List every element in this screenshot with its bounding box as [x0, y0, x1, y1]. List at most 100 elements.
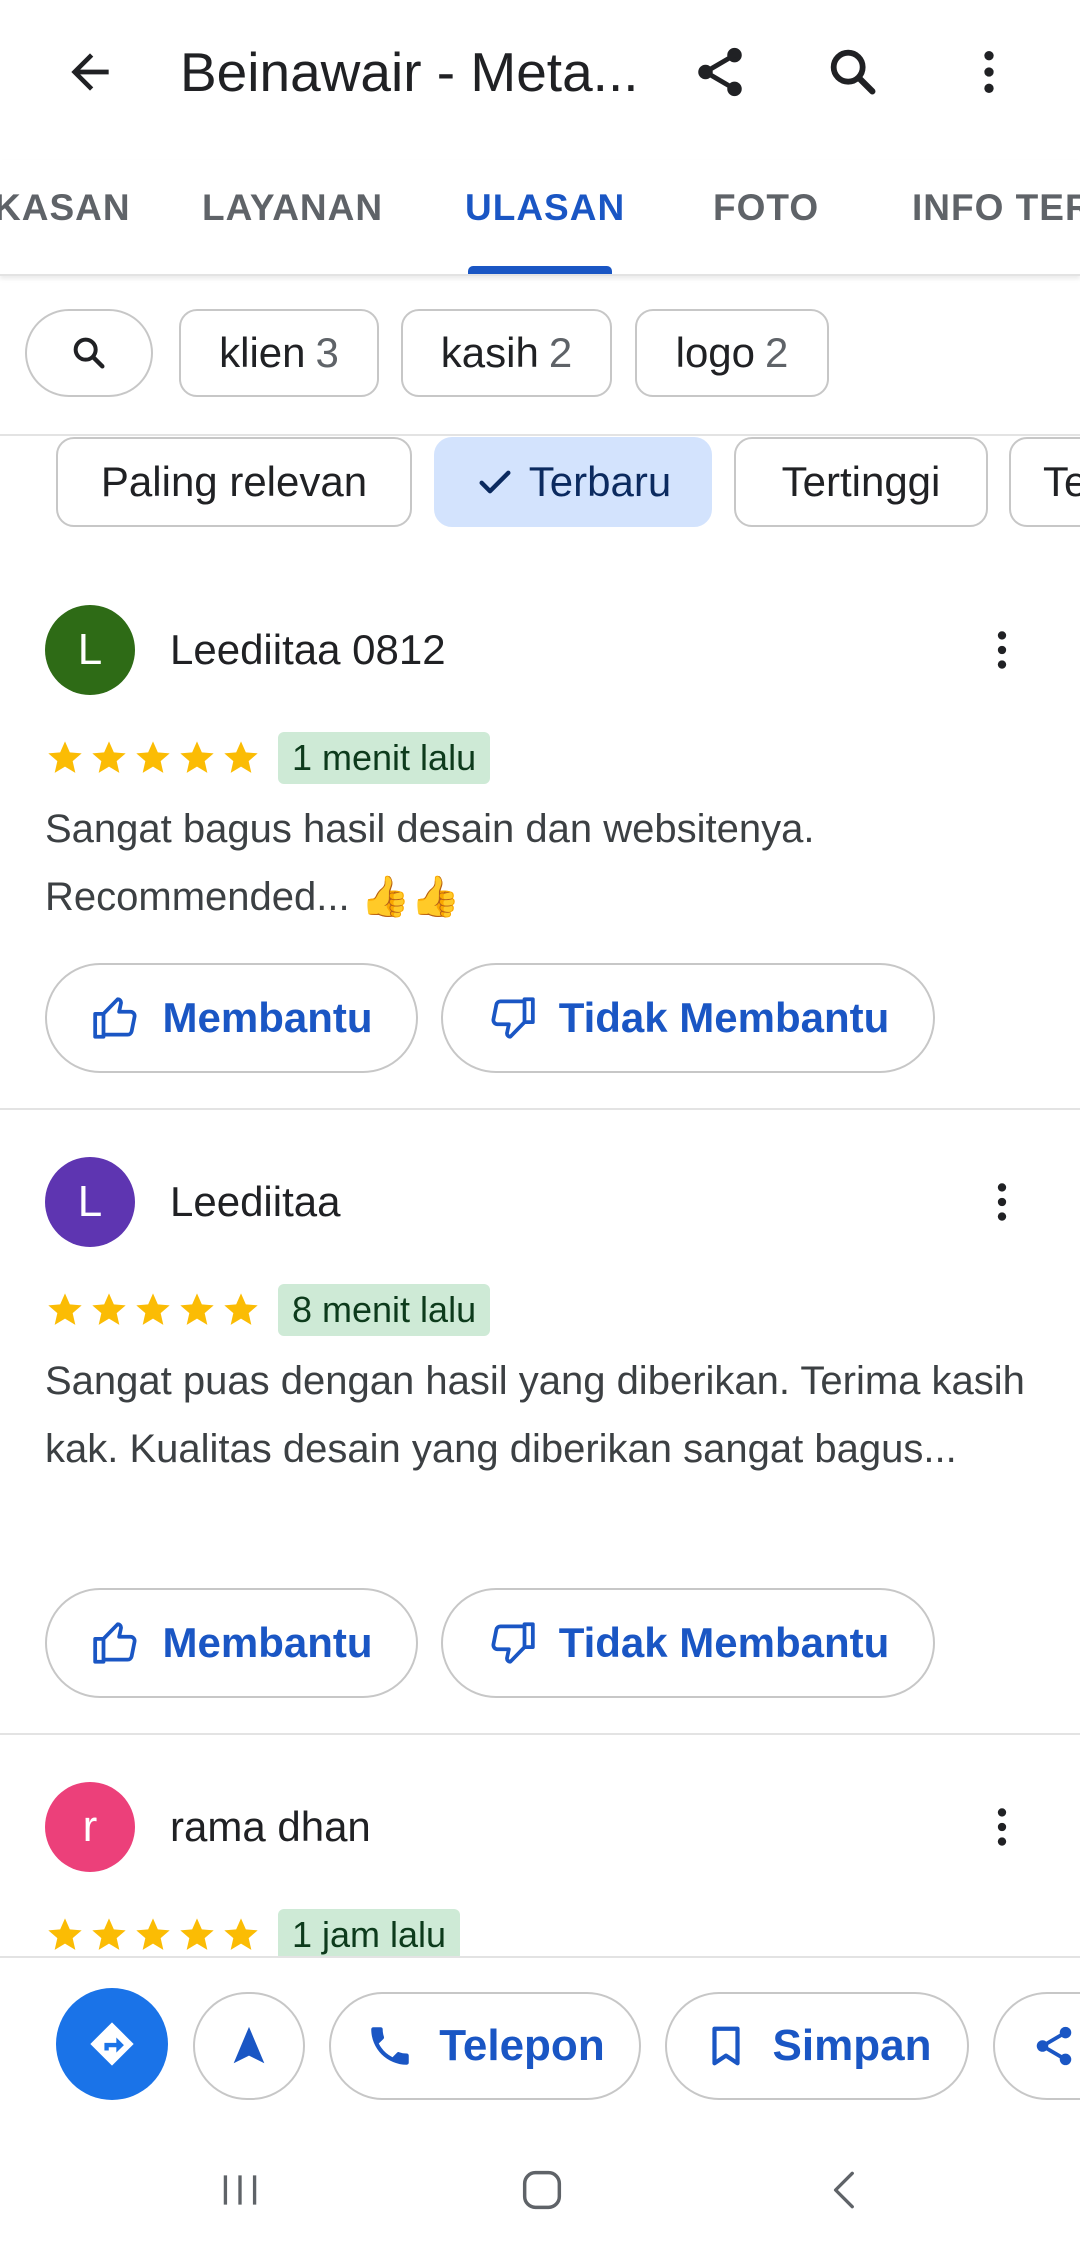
search-icon [830, 49, 876, 95]
sort-chip-highest[interactable]: Tertinggi [734, 437, 988, 527]
review-time-badge: 1 jam lalu [278, 1909, 461, 1961]
avatar[interactable]: L [45, 1157, 135, 1247]
helpful-button[interactable]: Membantu [45, 1588, 418, 1698]
star-icon [131, 1288, 175, 1332]
star-icon [43, 1913, 87, 1957]
sort-chip-relevant[interactable]: Paling relevan [56, 437, 412, 527]
keyword-count: 3 [315, 329, 339, 376]
share-action-button[interactable] [993, 1992, 1080, 2100]
thumb-down-icon [487, 1618, 537, 1668]
tab-bar: KASAN LAYANAN ULASAN FOTO INFO TER [0, 160, 1080, 276]
home-button[interactable] [502, 2158, 582, 2222]
keyword-label: kasih [440, 329, 539, 376]
save-button[interactable]: Simpan [665, 1992, 969, 2100]
not-helpful-button[interactable]: Tidak Membantu [441, 963, 935, 1073]
more-vertical-icon [997, 1183, 1007, 1221]
check-icon [475, 462, 515, 502]
call-button[interactable]: Telepon [329, 1992, 641, 2100]
share-button[interactable] [684, 36, 756, 108]
tab-foto[interactable]: FOTO [713, 160, 819, 274]
phone-icon [365, 2021, 415, 2071]
review-author[interactable]: rama dhan [170, 1803, 371, 1851]
star-rating [43, 736, 263, 780]
navigation-arrow-icon [233, 2026, 265, 2064]
star-icon [131, 736, 175, 780]
sort-chip-newest[interactable]: Terbaru [434, 437, 712, 527]
tab-info[interactable]: INFO TER [912, 160, 1080, 274]
not-helpful-label: Tidak Membantu [558, 1619, 890, 1666]
star-icon [131, 1913, 175, 1957]
helpful-button[interactable]: Membantu [45, 963, 418, 1073]
divider [0, 1733, 1080, 1735]
star-icon [87, 1913, 131, 1957]
more-options-button[interactable] [953, 36, 1025, 108]
directions-button[interactable] [56, 1988, 168, 2100]
star-icon [219, 1288, 263, 1332]
keyword-label: logo [675, 329, 756, 376]
app-bar: Beinawair - Meta... [0, 0, 1080, 140]
review-time-badge: 8 menit lalu [278, 1284, 491, 1336]
keyword-chip-klien[interactable]: klien 3 [179, 309, 379, 397]
avatar[interactable]: r [45, 1782, 135, 1872]
star-icon [175, 736, 219, 780]
arrow-left-icon [71, 53, 109, 91]
helpful-label: Membantu [162, 1619, 373, 1666]
star-icon [219, 1913, 263, 1957]
active-tab-indicator [468, 266, 612, 274]
star-rating [43, 1288, 263, 1332]
tab-ringkasan[interactable]: KASAN [0, 160, 131, 274]
divider [0, 434, 1080, 436]
not-helpful-button[interactable]: Tidak Membantu [441, 1588, 935, 1698]
star-icon [43, 1288, 87, 1332]
home-icon [522, 2170, 562, 2210]
keyword-chip-logo[interactable]: logo 2 [635, 309, 829, 397]
recent-apps-icon [223, 2175, 257, 2205]
star-icon [219, 736, 263, 780]
star-icon [175, 1288, 219, 1332]
chevron-left-icon [833, 2171, 854, 2209]
keyword-chip-kasih[interactable]: kasih 2 [401, 309, 612, 397]
review-time-badge: 1 menit lalu [278, 732, 491, 784]
review-text[interactable]: Sangat bagus hasil desain dan websitenya… [45, 795, 1035, 931]
thumb-down-icon [487, 993, 537, 1043]
back-button[interactable] [54, 36, 126, 108]
call-label: Telepon [439, 2021, 605, 2070]
review-more-button[interactable] [966, 614, 1038, 686]
keyword-count: 2 [765, 329, 789, 376]
bookmark-icon [703, 2023, 749, 2069]
star-rating [43, 1913, 263, 1957]
search-button[interactable] [817, 36, 889, 108]
start-navigation-button[interactable] [193, 1992, 305, 2100]
save-label: Simpan [772, 2021, 932, 2070]
avatar[interactable]: L [45, 605, 135, 695]
star-icon [175, 1913, 219, 1957]
divider [0, 1108, 1080, 1110]
share-icon [698, 47, 742, 97]
directions-icon [90, 2022, 134, 2066]
thumb-up-icon [91, 993, 141, 1043]
star-icon [87, 1288, 131, 1332]
search-reviews-chip[interactable] [25, 309, 153, 397]
review-more-button[interactable] [966, 1166, 1038, 1238]
review-text[interactable]: Sangat puas dengan hasil yang diberikan.… [45, 1347, 1035, 1483]
sort-chip-label: Terbaru [528, 458, 672, 505]
review-more-button[interactable] [966, 1791, 1038, 1863]
sort-chip-lowest[interactable]: Te [1009, 437, 1080, 527]
recent-apps-button[interactable] [200, 2158, 280, 2222]
review-author[interactable]: Leediitaa [170, 1178, 340, 1226]
system-back-button[interactable] [806, 2158, 886, 2222]
tab-ulasan[interactable]: ULASAN [465, 160, 625, 274]
action-bar: Telepon Simpan [0, 1956, 1080, 2136]
share-icon [1036, 2026, 1072, 2066]
search-icon [73, 337, 105, 369]
page-title: Beinawair - Meta... [180, 41, 639, 103]
more-vertical-icon [984, 51, 994, 93]
review-author[interactable]: Leediitaa 0812 [170, 626, 446, 674]
star-icon [43, 736, 87, 780]
system-nav-bar [0, 2136, 1080, 2250]
not-helpful-label: Tidak Membantu [558, 994, 890, 1041]
thumb-up-icon [91, 1618, 141, 1668]
more-vertical-icon [997, 631, 1007, 669]
tab-layanan[interactable]: LAYANAN [202, 160, 383, 274]
star-icon [87, 736, 131, 780]
